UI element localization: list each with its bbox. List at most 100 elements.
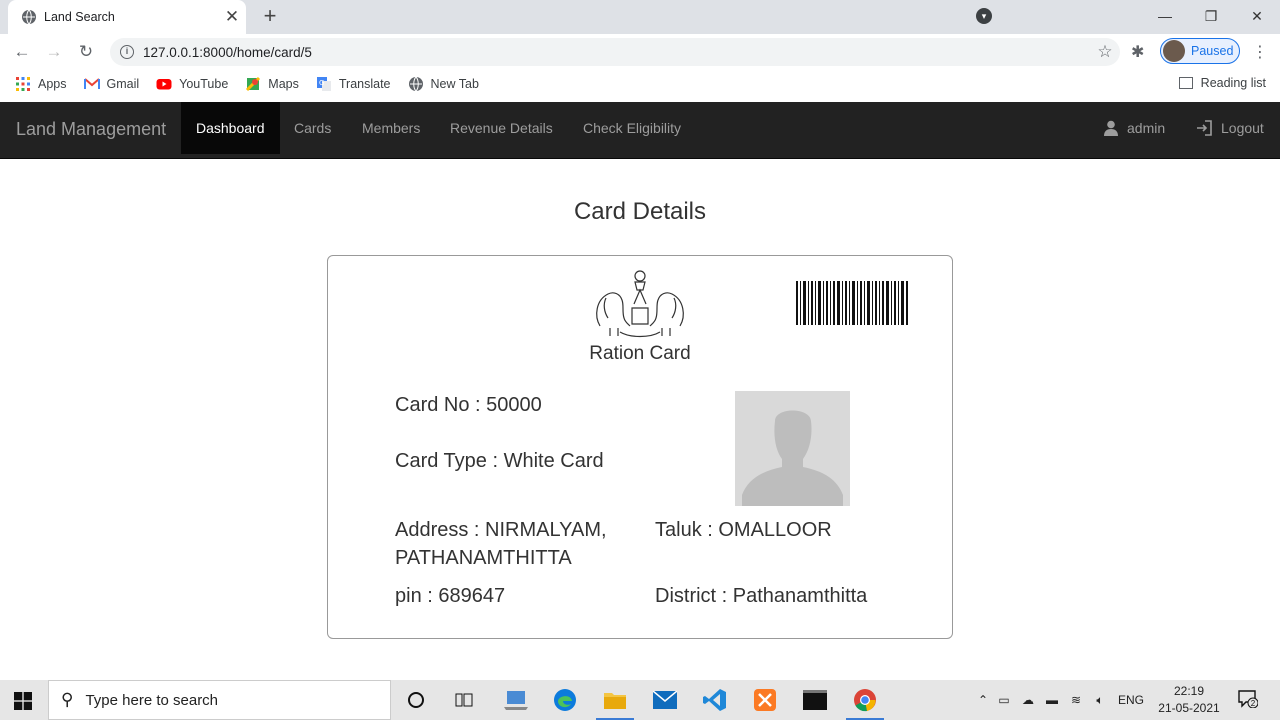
- card-number: Card No : 50000: [395, 394, 542, 416]
- ration-card: Ration Card Card No : 50000 Card Type : …: [327, 255, 953, 639]
- new-tab-button[interactable]: +: [258, 4, 282, 28]
- minimize-button[interactable]: —: [1142, 8, 1188, 24]
- bookmark-maps[interactable]: Maps: [245, 76, 299, 92]
- back-arrow-icon[interactable]: ←: [10, 41, 34, 63]
- laptop-app-icon[interactable]: [502, 686, 530, 714]
- forward-arrow-icon[interactable]: →: [42, 41, 66, 63]
- card-label: Ration Card: [589, 343, 691, 364]
- volume-icon[interactable]: 🔈︎: [1088, 693, 1112, 708]
- bookmark-new-tab[interactable]: New Tab: [408, 76, 479, 92]
- svg-text:G: G: [319, 79, 324, 87]
- pin-code: pin : 689647: [395, 585, 506, 607]
- bookmark-gmail[interactable]: Gmail: [83, 76, 139, 92]
- profile-avatar: [1163, 40, 1185, 62]
- youtube-icon: [156, 79, 172, 90]
- nav-logout[interactable]: Logout: [1196, 102, 1264, 154]
- clock-date: 21-05-2021: [1158, 701, 1220, 715]
- reload-icon[interactable]: ↻: [74, 41, 98, 63]
- language-indicator[interactable]: ENG: [1112, 693, 1150, 707]
- cortana-icon[interactable]: [402, 686, 430, 714]
- address-bar[interactable]: i 127.0.0.1:8000/home/card/5 ☆: [110, 38, 1120, 66]
- chrome-icon[interactable]: [846, 686, 884, 720]
- bookmark-translate[interactable]: G Translate: [316, 76, 391, 92]
- user-icon: [1104, 120, 1118, 136]
- nav-check-eligibility[interactable]: Check Eligibility: [568, 102, 696, 154]
- nav-dashboard[interactable]: Dashboard: [181, 102, 280, 154]
- notification-center[interactable]: 2: [1238, 690, 1259, 709]
- wifi-icon[interactable]: ≋: [1064, 693, 1088, 707]
- extensions-puzzle-icon[interactable]: ✱: [1131, 42, 1144, 62]
- maps-icon: [246, 76, 261, 92]
- windows-start-icon[interactable]: [14, 692, 32, 710]
- restore-button[interactable]: ❐: [1188, 8, 1234, 25]
- bookmark-star-icon[interactable]: ☆: [1090, 42, 1120, 62]
- close-tab-icon[interactable]: ✕: [218, 7, 246, 27]
- nav-members[interactable]: Members: [347, 102, 435, 154]
- nav-cards[interactable]: Cards: [279, 102, 346, 154]
- browser-toolbar: ← → ↻ i 127.0.0.1:8000/home/card/5 ☆ ✱ P…: [0, 34, 1280, 70]
- logout-icon: [1197, 120, 1212, 136]
- gmail-icon: [83, 78, 100, 89]
- file-explorer-icon[interactable]: [596, 686, 634, 720]
- browser-tabstrip: Land Search ✕ + ▾ — ❐ ✕: [0, 0, 1280, 34]
- bookmark-label: Apps: [38, 77, 67, 91]
- browser-tab[interactable]: Land Search ✕: [8, 0, 246, 34]
- url-text[interactable]: 127.0.0.1:8000/home/card/5: [143, 45, 1090, 60]
- meet-now-icon[interactable]: ▭: [992, 693, 1016, 707]
- search-placeholder: Type here to search: [85, 691, 219, 709]
- notification-count: 2: [1251, 699, 1256, 708]
- apps-grid-icon: [16, 77, 30, 91]
- district: District : Pathanamthitta: [655, 585, 868, 607]
- xampp-icon[interactable]: [751, 686, 779, 714]
- app-navbar: Land Management Dashboard Cards Members …: [0, 102, 1280, 159]
- window-controls: ▾ — ❐ ✕: [976, 0, 1280, 32]
- nav-revenue-details[interactable]: Revenue Details: [435, 102, 568, 154]
- nav-user[interactable]: admin: [1104, 102, 1165, 154]
- notification-icon: 2: [1238, 690, 1259, 709]
- translate-icon: G: [316, 77, 331, 91]
- person-silhouette-icon: [735, 391, 850, 506]
- card-type: Card Type : White Card: [395, 450, 604, 472]
- windows-taskbar: ⚲ Type here to search ⌃ ▭ ☁ ▬ ≋ 🔈︎ ENG 2: [0, 680, 1280, 720]
- profile-button[interactable]: Paused: [1160, 38, 1240, 64]
- bookmarks-bar: Apps Gmail YouTube Maps G Translate New …: [0, 70, 1280, 98]
- clock-time: 22:19: [1173, 684, 1205, 698]
- taluk: Taluk : OMALLOOR: [655, 519, 832, 541]
- tab-search-icon[interactable]: ▾: [976, 8, 992, 24]
- edge-browser-icon[interactable]: [551, 686, 579, 714]
- taskbar-search[interactable]: ⚲ Type here to search: [48, 680, 391, 720]
- state-emblem: [596, 270, 684, 338]
- bookmark-label: New Tab: [430, 77, 479, 91]
- site-info-icon[interactable]: i: [120, 45, 134, 59]
- bookmark-label: YouTube: [179, 77, 229, 91]
- terminal-icon[interactable]: [801, 686, 829, 714]
- taskbar-clock[interactable]: 22:19 21-05-2021: [1155, 683, 1223, 717]
- page-title: Card Details: [573, 198, 707, 225]
- logout-label: Logout: [1221, 120, 1264, 136]
- profile-status: Paused: [1191, 44, 1234, 58]
- user-name: admin: [1127, 120, 1166, 136]
- globe-icon: [22, 9, 36, 25]
- bookmark-apps[interactable]: Apps: [15, 76, 67, 92]
- task-view-icon[interactable]: [450, 686, 478, 714]
- reading-list-button[interactable]: Reading list: [1178, 76, 1266, 90]
- onedrive-cloud-icon[interactable]: ☁: [1016, 693, 1040, 707]
- system-tray: ⌃ ▭ ☁ ▬ ≋ 🔈︎ ENG: [974, 680, 1150, 720]
- bookmark-youtube[interactable]: YouTube: [156, 76, 228, 92]
- menu-kebab-icon[interactable]: ⋮: [1252, 42, 1268, 62]
- brand-link[interactable]: Land Management: [16, 119, 166, 140]
- barcode: [796, 281, 908, 325]
- chevron-up-icon[interactable]: ⌃: [974, 693, 992, 707]
- mail-icon[interactable]: [651, 686, 679, 714]
- address-line-2: PATHANAMTHITTA: [395, 547, 572, 569]
- globe-icon: [408, 76, 423, 92]
- reading-list-label: Reading list: [1200, 76, 1266, 90]
- vscode-icon[interactable]: [701, 686, 729, 714]
- bookmark-label: Maps: [268, 77, 299, 91]
- member-photo-placeholder: [735, 391, 850, 506]
- battery-icon[interactable]: ▬: [1040, 693, 1064, 707]
- bookmark-label: Translate: [338, 77, 391, 91]
- close-window-button[interactable]: ✕: [1234, 8, 1280, 25]
- search-icon: ⚲: [61, 690, 74, 709]
- reading-list-icon: [1178, 77, 1193, 89]
